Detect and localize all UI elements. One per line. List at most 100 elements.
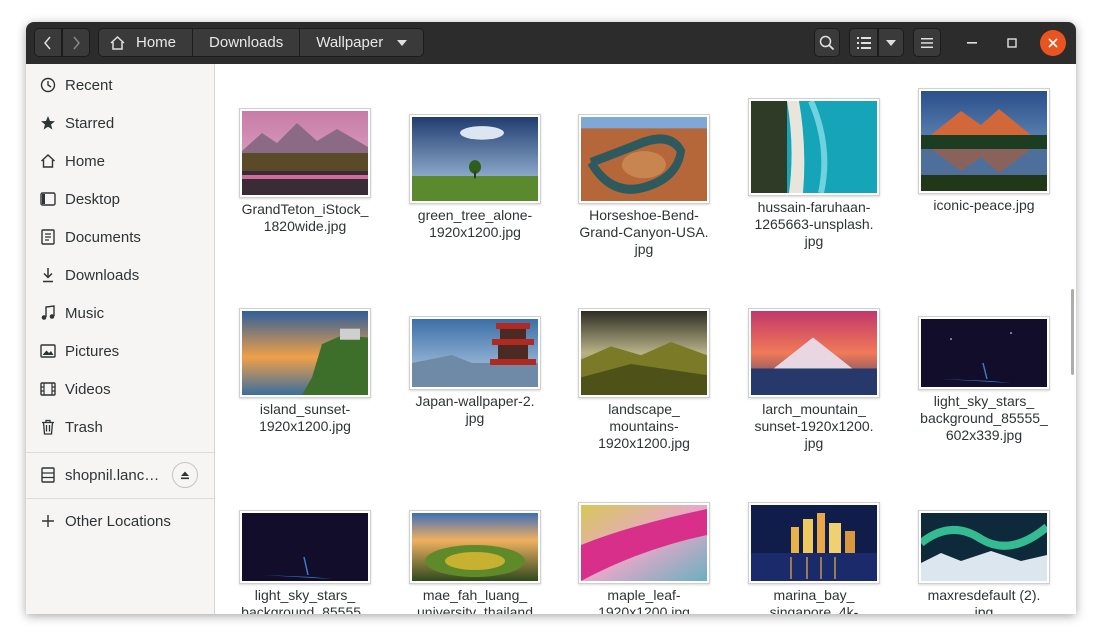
sidebar-item-label: Recent: [65, 76, 113, 94]
sidebar-divider: [26, 452, 214, 453]
file-item[interactable]: green_tree_alone- 1920x1200.jpg: [395, 114, 555, 241]
file-item[interactable]: iconic-peace.jpg: [904, 88, 1064, 214]
chevron-right-icon: [73, 36, 80, 49]
file-name: mae_fah_luang_ university_thailand: [417, 587, 533, 614]
close-icon: [1048, 38, 1058, 48]
breadcrumb-label: Home: [136, 34, 177, 51]
view-options-button[interactable]: [878, 28, 904, 57]
file-grid: GrandTeton_iStock_ 1820wide.jpg green_tr…: [215, 64, 1076, 614]
maximize-button[interactable]: [999, 30, 1025, 56]
file-name: light_sky_stars_ background_85555_ 602x3…: [920, 393, 1048, 443]
trash-icon: [39, 418, 57, 436]
triangle-down-icon: [886, 39, 896, 46]
sidebar-item-label: Music: [65, 304, 105, 322]
file-thumbnail: [748, 308, 880, 398]
maximize-icon: [1007, 38, 1017, 48]
file-name: green_tree_alone- 1920x1200.jpg: [417, 207, 533, 240]
file-thumbnail: [748, 502, 880, 584]
sidebar-item-home[interactable]: Home: [26, 142, 214, 180]
breadcrumb-wallpaper[interactable]: Wallpaper: [300, 28, 425, 57]
file-item[interactable]: marina_bay_ singapore_4k-: [734, 502, 894, 614]
file-thumbnail: [239, 510, 371, 584]
breadcrumb-label: Wallpaper: [316, 34, 384, 51]
breadcrumb: Home Downloads Wallpaper: [98, 28, 425, 57]
file-thumbnail: [409, 510, 541, 584]
file-item[interactable]: landscape_ mountains- 1920x1200.jpg: [564, 308, 724, 452]
eject-button[interactable]: [172, 462, 198, 488]
plus-icon: [39, 512, 57, 530]
file-thumbnail: [239, 108, 371, 198]
sidebar-item-pictures[interactable]: Pictures: [26, 332, 214, 370]
file-item[interactable]: light_sky_stars_ background_85555_ 602x3…: [904, 316, 1064, 444]
file-thumbnail: [409, 114, 541, 204]
eject-icon: [181, 471, 189, 480]
file-item[interactable]: Horseshoe-Bend- Grand-Canyon-USA. jpg: [564, 114, 724, 258]
recent-icon: [39, 76, 57, 94]
sidebar-item-music[interactable]: Music: [26, 294, 214, 332]
file-item[interactable]: GrandTeton_iStock_ 1820wide.jpg: [225, 108, 385, 235]
sidebar-divider: [26, 498, 214, 499]
file-item[interactable]: island_sunset- 1920x1200.jpg: [225, 308, 385, 435]
file-thumbnail: [918, 88, 1050, 194]
file-name: maxresdefault (2). jpg: [927, 587, 1041, 614]
menu-button[interactable]: [913, 28, 941, 57]
file-name: hussain-faruhaan- 1265663-unsplash. jpg: [754, 199, 874, 249]
back-button[interactable]: [34, 28, 62, 57]
breadcrumb-home[interactable]: Home: [98, 28, 194, 57]
scrollbar[interactable]: [1071, 289, 1074, 375]
home-icon: [39, 152, 57, 170]
file-name: larch_mountain_ sunset-1920x1200. jpg: [754, 401, 874, 451]
sidebar: Recent Starred Home Desktop Documents Do…: [26, 64, 215, 614]
file-thumbnail: [748, 98, 880, 196]
breadcrumb-downloads[interactable]: Downloads: [193, 28, 301, 57]
sidebar-item-label: Downloads: [65, 266, 140, 284]
forward-button[interactable]: [62, 28, 90, 57]
file-name: island_sunset- 1920x1200.jpg: [259, 401, 351, 434]
sidebar-item-recent[interactable]: Recent: [26, 66, 214, 104]
file-thumbnail: [918, 316, 1050, 390]
file-thumbnail: [409, 316, 541, 390]
sidebar-item-trash[interactable]: Trash: [26, 408, 214, 446]
file-name: Japan-wallpaper-2. jpg: [415, 393, 535, 426]
minimize-icon: [967, 42, 977, 44]
search-icon: [819, 35, 835, 50]
file-item[interactable]: mae_fah_luang_ university_thailand: [395, 510, 555, 614]
search-button[interactable]: [814, 28, 840, 57]
list-view-icon: [856, 36, 871, 49]
hamburger-icon: [921, 37, 933, 48]
file-item[interactable]: light_sky_stars_ background_85555_: [225, 510, 385, 614]
star-icon: [39, 114, 57, 132]
file-item[interactable]: maxresdefault (2). jpg: [904, 510, 1064, 614]
minimize-button[interactable]: [959, 30, 985, 56]
file-thumbnail: [578, 308, 710, 398]
sidebar-item-starred[interactable]: Starred: [26, 104, 214, 142]
sidebar-item-downloads[interactable]: Downloads: [26, 256, 214, 294]
close-button[interactable]: [1040, 30, 1066, 56]
sidebar-item-documents[interactable]: Documents: [26, 218, 214, 256]
file-name: maple_leaf- 1920x1200.jpg: [598, 587, 690, 614]
file-name: GrandTeton_iStock_ 1820wide.jpg: [241, 201, 369, 234]
list-view-button[interactable]: [849, 28, 878, 57]
network-drive-icon: [39, 466, 57, 484]
desktop-icon: [39, 190, 57, 208]
documents-icon: [39, 228, 57, 246]
triangle-down-icon: [397, 39, 408, 46]
sidebar-item-desktop[interactable]: Desktop: [26, 180, 214, 218]
file-item[interactable]: hussain-faruhaan- 1265663-unsplash. jpg: [734, 98, 894, 250]
sidebar-item-label: Pictures: [65, 342, 120, 360]
file-item[interactable]: larch_mountain_ sunset-1920x1200. jpg: [734, 308, 894, 452]
sidebar-item-label: Trash: [65, 418, 103, 436]
file-thumbnail: [578, 114, 710, 204]
home-icon: [109, 35, 126, 51]
music-icon: [39, 304, 57, 322]
videos-icon: [39, 380, 57, 398]
chevron-left-icon: [44, 36, 51, 49]
file-item[interactable]: Japan-wallpaper-2. jpg: [395, 316, 555, 427]
sidebar-item-other-locations[interactable]: Other Locations: [26, 502, 214, 540]
file-name: Horseshoe-Bend- Grand-Canyon-USA. jpg: [579, 207, 709, 257]
file-item[interactable]: maple_leaf- 1920x1200.jpg: [564, 502, 724, 614]
file-name: light_sky_stars_ background_85555_: [241, 587, 369, 614]
sidebar-item-videos[interactable]: Videos: [26, 370, 214, 408]
file-name: marina_bay_ singapore_4k-: [769, 587, 859, 614]
pictures-icon: [39, 342, 57, 360]
